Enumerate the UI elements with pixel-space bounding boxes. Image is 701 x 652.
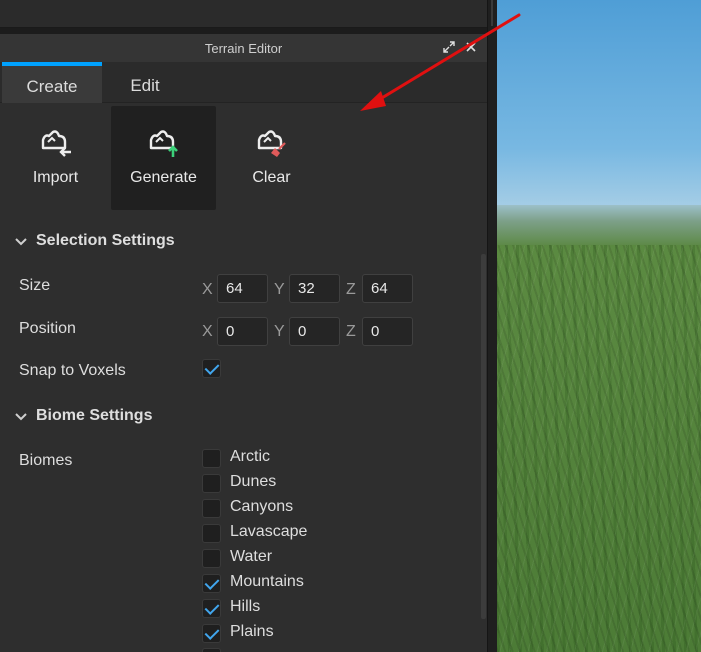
biome-settings-header[interactable]: Biome Settings <box>0 401 480 433</box>
clear-label: Clear <box>252 169 291 186</box>
size-x-axis-label: X <box>202 281 213 298</box>
position-z-input[interactable]: 0 <box>362 317 413 346</box>
tab-bar: Create Edit <box>0 62 487 103</box>
biome-mountains-checkbox[interactable] <box>202 574 221 593</box>
biome-settings-title: Biome Settings <box>36 407 153 424</box>
biome-plains-checkbox[interactable] <box>202 624 221 643</box>
biome-lavascape-checkbox[interactable] <box>202 524 221 543</box>
generate-button[interactable]: Generate <box>111 106 216 210</box>
size-x-input[interactable]: 64 <box>217 274 268 303</box>
biomes-label: Biomes <box>19 452 73 469</box>
biome-water-checkbox[interactable] <box>202 549 221 568</box>
biome-lavascape-label: Lavascape <box>230 523 308 540</box>
splitter-notch <box>491 0 493 26</box>
generate-label: Generate <box>130 169 197 186</box>
position-z-axis-label: Z <box>346 323 356 340</box>
panel-title: Terrain Editor <box>204 41 283 56</box>
biome-dunes-label: Dunes <box>230 473 277 490</box>
position-label: Position <box>19 320 76 337</box>
biome-next-checkbox[interactable] <box>202 648 221 652</box>
selection-settings-title: Selection Settings <box>36 232 175 249</box>
selection-settings-header[interactable]: Selection Settings <box>0 226 480 258</box>
tab-create[interactable]: Create <box>2 62 102 103</box>
clear-button[interactable]: Clear <box>219 106 324 210</box>
import-button[interactable]: Import <box>3 106 108 210</box>
chevron-down-icon <box>15 413 27 421</box>
biome-hills-label: Hills <box>230 598 261 615</box>
snap-to-voxels-label: Snap to Voxels <box>19 362 126 379</box>
biome-canyons-checkbox[interactable] <box>202 499 221 518</box>
terrain-clear-icon <box>257 130 286 157</box>
panel-titlebar[interactable]: Terrain Editor <box>0 34 487 62</box>
biome-plains-label: Plains <box>230 623 274 640</box>
biome-arctic-label: Arctic <box>230 448 270 465</box>
biome-dunes-checkbox[interactable] <box>202 474 221 493</box>
terrain-generate-icon <box>149 130 178 157</box>
panel-splitter[interactable] <box>487 0 497 652</box>
terrain-editor-panel: Terrain Editor Create Edit Import Genera… <box>0 34 487 652</box>
size-y-axis-label: Y <box>274 281 285 298</box>
position-x-input[interactable]: 0 <box>217 317 268 346</box>
position-x-axis-label: X <box>202 323 213 340</box>
chevron-down-icon <box>15 238 27 246</box>
size-y-input[interactable]: 32 <box>289 274 340 303</box>
import-label: Import <box>32 169 79 186</box>
position-y-axis-label: Y <box>274 323 285 340</box>
sky <box>497 0 701 212</box>
biome-mountains-label: Mountains <box>230 573 304 590</box>
biome-arctic-checkbox[interactable] <box>202 449 221 468</box>
tool-row: Import Generate Clear <box>0 103 487 210</box>
size-label: Size <box>19 277 51 294</box>
undock-icon[interactable] <box>441 40 457 56</box>
size-z-input[interactable]: 64 <box>362 274 413 303</box>
tab-edit[interactable]: Edit <box>102 62 188 103</box>
biome-canyons-label: Canyons <box>230 498 294 515</box>
previous-panel-strip <box>0 0 487 28</box>
position-y-input[interactable]: 0 <box>289 317 340 346</box>
biome-hills-checkbox[interactable] <box>202 599 221 618</box>
terrain-import-icon <box>41 130 71 157</box>
horizon <box>497 205 701 245</box>
snap-to-voxels-checkbox[interactable] <box>202 359 221 378</box>
size-z-axis-label: Z <box>346 281 356 298</box>
viewport-3d-scene[interactable] <box>497 0 701 652</box>
close-icon[interactable] <box>463 40 479 56</box>
biome-water-label: Water <box>230 548 273 565</box>
panel-scrollbar[interactable] <box>481 254 486 619</box>
